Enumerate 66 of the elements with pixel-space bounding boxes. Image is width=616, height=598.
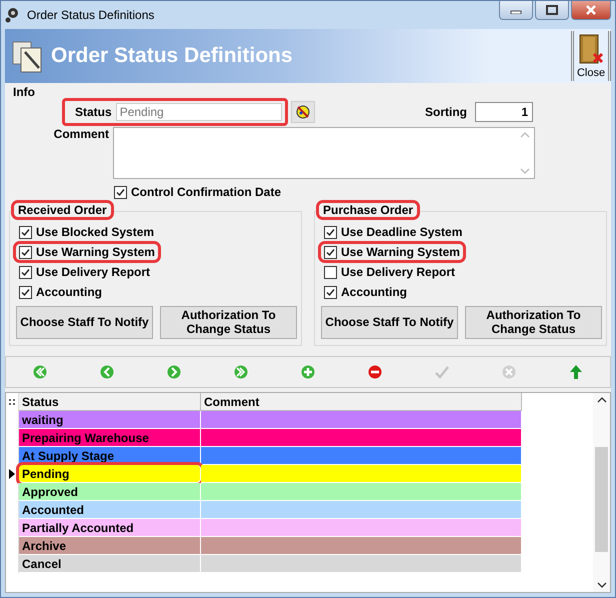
checkbox[interactable]: Control Confirmation Date xyxy=(114,185,607,199)
group-title: Info xyxy=(13,85,36,99)
palette-button[interactable] xyxy=(290,101,315,123)
scroll-arrows-icon xyxy=(520,131,530,175)
checkbox[interactable]: Use Delivery Report xyxy=(16,264,154,280)
toolbar-icon xyxy=(434,364,450,380)
table-cell: Accounted xyxy=(19,501,201,519)
checkbox[interactable]: Use Warning System xyxy=(321,244,463,260)
group-title: Purchase Order xyxy=(319,203,418,217)
gear-icon xyxy=(5,7,21,23)
close-button[interactable]: Close xyxy=(571,31,611,81)
status-field[interactable]: Pending xyxy=(116,103,282,121)
field-label: Comment xyxy=(52,127,109,141)
toolbar-icon xyxy=(367,364,384,380)
table-cell: Prepairing Warehouse xyxy=(19,429,201,447)
check-icon xyxy=(20,286,31,298)
column-header[interactable]: Comment xyxy=(201,393,522,411)
checkbox[interactable]: Accounting xyxy=(321,284,410,300)
table-cell: Archive xyxy=(19,537,201,555)
column-header[interactable]: Status xyxy=(19,393,201,411)
toolbar-icon xyxy=(98,364,115,380)
check-icon xyxy=(325,226,336,238)
check-icon xyxy=(20,246,31,258)
maximize-icon xyxy=(546,5,558,15)
scrollbar[interactable] xyxy=(593,393,610,592)
checkbox[interactable]: Accounting xyxy=(16,284,105,300)
toolbar-icon xyxy=(501,364,518,380)
palette-icon xyxy=(294,104,311,120)
checkbox[interactable]: Use Deadline System xyxy=(321,224,466,240)
table-cell: Pending xyxy=(19,465,201,483)
toolbar-icon xyxy=(166,364,182,380)
close-button[interactable] xyxy=(571,1,611,20)
toolbar-icon xyxy=(300,364,316,380)
check-icon xyxy=(20,226,31,238)
close-icon xyxy=(585,5,597,15)
window-title: Order Status Definitions xyxy=(27,8,154,22)
toolbar-icon xyxy=(232,364,249,380)
comment-field[interactable] xyxy=(113,127,535,179)
door-icon xyxy=(578,34,604,66)
check-icon xyxy=(115,186,126,198)
checkbox[interactable]: Use Delivery Report xyxy=(321,264,458,280)
group-title: Received Order xyxy=(14,203,111,217)
action-button[interactable]: Choose Staff To Notify xyxy=(321,306,458,339)
table-cell: Cancel xyxy=(19,555,201,573)
scroll-up-icon[interactable] xyxy=(596,397,606,403)
field-label: Sorting xyxy=(425,105,467,119)
scroll-thumb[interactable] xyxy=(595,447,608,552)
action-button[interactable]: Authorization To Change Status xyxy=(160,306,297,339)
table-cell: waiting xyxy=(19,411,201,429)
table-cell: Partially Accounted xyxy=(19,519,201,537)
checkbox[interactable]: Use Blocked System xyxy=(16,224,158,240)
check-icon xyxy=(20,266,31,278)
header-title: Order Status Definitions xyxy=(51,44,293,68)
action-button[interactable]: Authorization To Change Status xyxy=(465,306,602,339)
toolbar-icon xyxy=(32,364,48,380)
check-icon xyxy=(325,246,336,258)
minimize-button[interactable] xyxy=(499,1,533,20)
sorting-field[interactable]: 1 xyxy=(475,102,533,122)
scroll-down-icon[interactable] xyxy=(596,582,606,588)
table-cell: Approved xyxy=(19,483,201,501)
action-button[interactable]: Choose Staff To Notify xyxy=(16,306,153,339)
field-label: Status xyxy=(75,105,112,119)
maximize-button[interactable] xyxy=(535,1,569,20)
check-icon xyxy=(325,286,336,298)
checkbox[interactable]: Use Warning System xyxy=(16,244,158,260)
toolbar-icon xyxy=(568,364,584,380)
